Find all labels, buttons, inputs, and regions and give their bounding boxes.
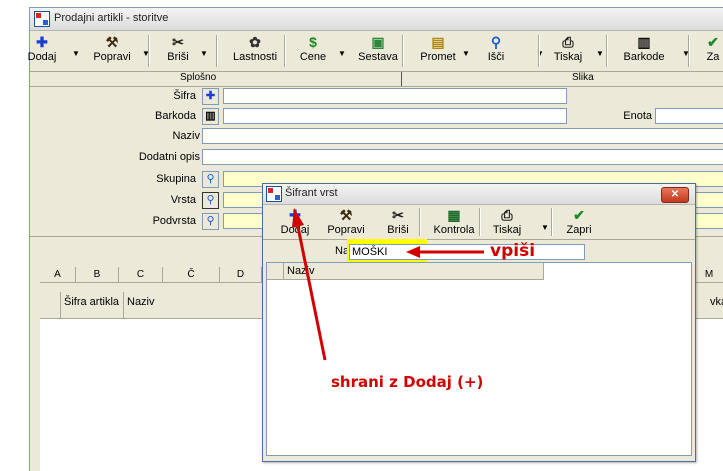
annotation-shrani: shrani z Dodaj (+) xyxy=(331,373,484,391)
arrow-head-dodaj xyxy=(292,208,304,228)
annotation-vpisi: vpiši xyxy=(490,241,536,261)
arrow-to-dodaj xyxy=(295,221,327,361)
arrow-head-input xyxy=(406,246,420,258)
annotation-arrows xyxy=(292,208,484,361)
